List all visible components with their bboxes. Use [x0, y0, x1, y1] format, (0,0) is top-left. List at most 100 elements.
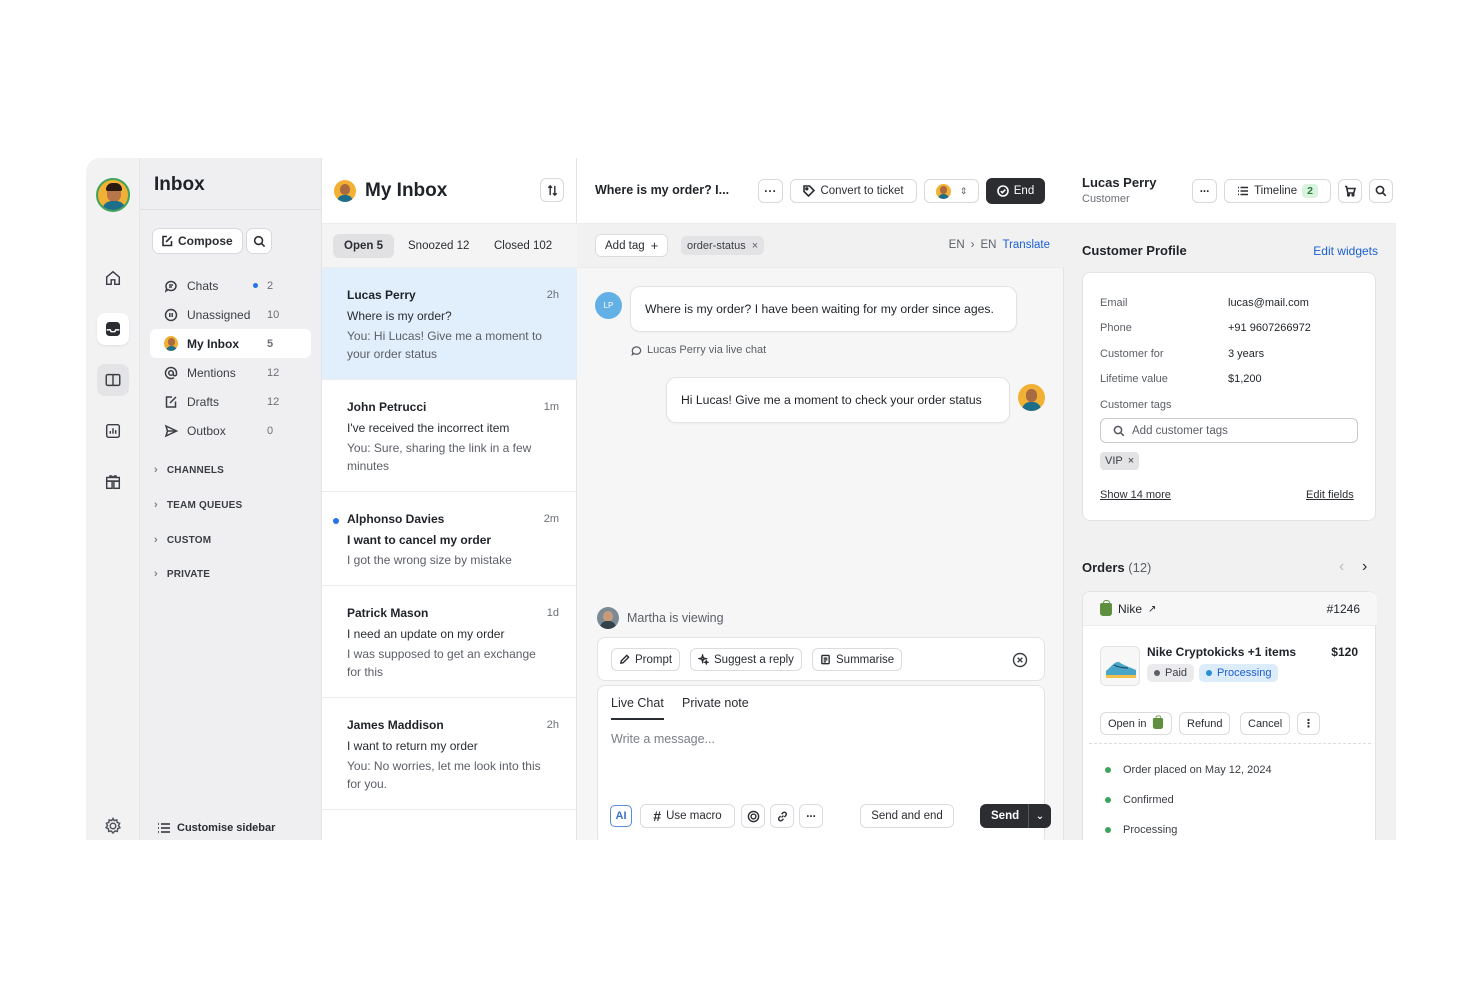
customer-tags-label: Customer tags: [1100, 399, 1172, 411]
ai-assist-bar: Prompt Suggest a reply Summarise: [597, 637, 1045, 681]
group-channels[interactable]: › CHANNELS: [154, 464, 224, 476]
use-macro-button[interactable]: # Use macro: [640, 804, 735, 828]
ai-button[interactable]: AI: [610, 805, 632, 827]
tab-closed[interactable]: Closed 102: [483, 234, 563, 258]
settings-gear-icon[interactable]: [103, 816, 123, 836]
send-and-end-button[interactable]: Send and end: [860, 804, 954, 828]
chevron-down-icon[interactable]: ⌄: [1029, 811, 1051, 822]
sidebar-item-my-inbox[interactable]: My Inbox 5: [150, 329, 311, 358]
timeline-count: 2: [1302, 184, 1318, 198]
book-icon[interactable]: [97, 364, 129, 396]
show-more-link[interactable]: Show 14 more: [1100, 489, 1171, 501]
assignee-select[interactable]: ⇕: [924, 179, 979, 203]
timeline-button[interactable]: Timeline 2: [1224, 179, 1331, 203]
edit-fields-link[interactable]: Edit fields: [1306, 489, 1354, 501]
user-avatar[interactable]: [96, 178, 130, 212]
search-button[interactable]: [246, 228, 272, 254]
sidebar-item-outbox[interactable]: Outbox 0: [150, 416, 311, 445]
tab-snoozed[interactable]: Snoozed 12: [397, 234, 480, 258]
external-link-icon: ↗: [1148, 603, 1157, 615]
order-status-row: Paid Processing: [1147, 664, 1279, 682]
apps-icon[interactable]: [97, 466, 129, 498]
suggest-label: Suggest a reply: [714, 653, 794, 666]
conversation-subject: Where is my order?: [347, 309, 452, 323]
sidebar-item-mentions[interactable]: Mentions 12: [150, 358, 311, 387]
message-input[interactable]: Write a message...: [611, 732, 715, 746]
field-label: Customer for: [1100, 348, 1164, 360]
open-in-shopify-button[interactable]: Open in: [1100, 712, 1172, 735]
conversation-item[interactable]: Patrick Mason 1d I need an update on my …: [322, 586, 577, 698]
conversation-item[interactable]: James Maddison 2h I want to return my or…: [322, 698, 577, 810]
conversation-item[interactable]: Lucas Perry 2h Where is my order? You: H…: [322, 268, 577, 380]
app-window: Inbox Compose Chats 2 Unassigned 10 My I…: [86, 158, 1396, 840]
user-avatar-icon: [164, 336, 178, 351]
cart-button[interactable]: [1338, 179, 1362, 203]
add-tag-button[interactable]: Add tag +: [595, 234, 669, 257]
cart-icon: [1345, 185, 1356, 197]
end-chat-button[interactable]: End: [986, 178, 1045, 204]
suggest-reply-button[interactable]: Suggest a reply: [690, 648, 802, 671]
tab-live-chat[interactable]: Live Chat: [611, 696, 664, 720]
reports-icon[interactable]: [97, 415, 129, 447]
conversation-subject: I need an update on my order: [347, 627, 505, 641]
sort-button[interactable]: [540, 178, 564, 202]
conversation-item[interactable]: John Petrucci 1m I've received the incor…: [322, 380, 577, 492]
order-more-button[interactable]: ⋮: [1297, 712, 1320, 735]
customise-sidebar-button[interactable]: Customise sidebar: [157, 822, 275, 834]
conversation-name: Lucas Perry: [347, 288, 416, 302]
prompt-button[interactable]: Prompt: [611, 648, 681, 671]
conversation-time: 2m: [543, 513, 559, 525]
conversation-name: Patrick Mason: [347, 606, 429, 620]
divider: [140, 209, 322, 210]
viewer-avatar: [597, 607, 619, 629]
sidebar-item-drafts[interactable]: Drafts 12: [150, 387, 311, 416]
vertical-dots-icon: ⋮: [1303, 718, 1314, 730]
inbox-icon[interactable]: [97, 313, 129, 345]
tab-private-note[interactable]: Private note: [682, 696, 749, 718]
message-text: Hi Lucas! Give me a moment to check your…: [681, 393, 982, 407]
order-card: Nike ↗ #1246 Nike Cryptokicks +1 items $…: [1082, 591, 1377, 840]
send-icon: [164, 424, 178, 438]
remove-tag-icon[interactable]: ×: [752, 240, 758, 252]
source-language[interactable]: EN: [949, 239, 965, 251]
chevron-left-icon[interactable]: ‹: [1339, 558, 1344, 576]
send-button[interactable]: Send ⌄: [980, 804, 1051, 828]
customer-tags-input[interactable]: Add customer tags: [1100, 418, 1358, 443]
store-link[interactable]: Nike ↗: [1100, 599, 1157, 616]
chat-panel: Where is my order? I... ... Convert to t…: [577, 158, 1064, 840]
group-team-queues[interactable]: › TEAM QUEUES: [154, 499, 242, 511]
close-circle-icon[interactable]: [1012, 652, 1028, 668]
cancel-order-button[interactable]: Cancel: [1240, 712, 1291, 735]
tab-open[interactable]: Open 5: [333, 234, 394, 258]
more-tools-button[interactable]: ...: [799, 804, 823, 828]
sidebar-item-chats[interactable]: Chats 2: [150, 271, 311, 300]
home-icon[interactable]: [97, 262, 129, 294]
more-dots-icon: ...: [1199, 182, 1210, 195]
order-card-header: Nike ↗ #1246: [1083, 592, 1377, 626]
sidebar-item-label: Outbox: [187, 423, 226, 438]
customer-more-button[interactable]: ...: [1192, 179, 1217, 203]
chevron-right-icon[interactable]: ›: [1362, 558, 1367, 576]
attach-button[interactable]: [770, 804, 794, 828]
translate-link[interactable]: Translate: [1002, 239, 1050, 251]
refund-button[interactable]: Refund: [1179, 712, 1231, 735]
remove-tag-icon[interactable]: ×: [1128, 455, 1134, 467]
group-custom[interactable]: › CUSTOM: [154, 534, 211, 546]
customer-role: Customer: [1082, 193, 1130, 205]
sidebar-item-unassigned[interactable]: Unassigned 10: [150, 300, 311, 329]
conversation-time: 2h: [546, 719, 559, 731]
target-language[interactable]: EN: [981, 239, 997, 251]
list-icon: [1238, 186, 1249, 196]
group-private[interactable]: › PRIVATE: [154, 568, 210, 580]
compose-button[interactable]: Compose: [152, 228, 243, 254]
customer-search-button[interactable]: [1369, 179, 1393, 203]
edit-widgets-link[interactable]: Edit widgets: [1313, 244, 1378, 258]
emoji-button[interactable]: [741, 804, 765, 828]
order-timeline-item: Confirmed: [1105, 794, 1174, 806]
conversation-item[interactable]: Alphonso Davies 2m I want to cancel my o…: [322, 492, 577, 586]
convert-to-ticket-button[interactable]: Convert to ticket: [790, 179, 917, 203]
orders-title-text: Orders: [1082, 560, 1125, 575]
chevron-right-icon: ›: [154, 499, 158, 511]
more-options-button[interactable]: ...: [758, 179, 783, 203]
summarise-button[interactable]: Summarise: [812, 648, 903, 671]
